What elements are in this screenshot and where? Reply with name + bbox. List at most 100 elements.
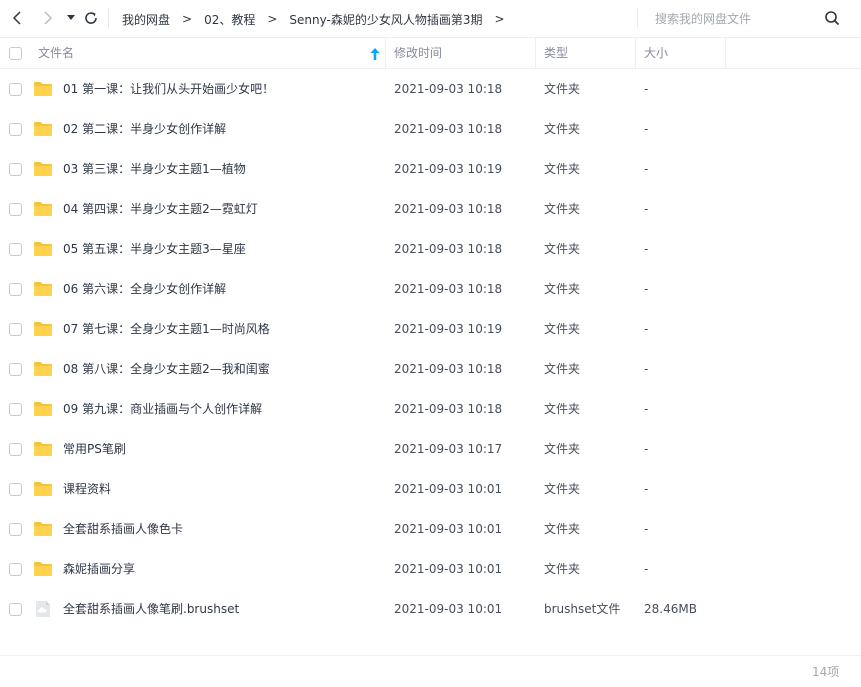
file-type: 文件夹: [544, 282, 581, 296]
row-checkbox[interactable]: [9, 283, 22, 296]
breadcrumb-item-home[interactable]: 我的网盘: [122, 11, 170, 28]
folder-icon: [33, 319, 53, 339]
table-row[interactable]: 04 第四课：半身少女主题2—霓虹灯 2021-09-03 10:18 文件夹 -: [0, 189, 861, 229]
folder-icon: [33, 359, 53, 379]
refresh-button[interactable]: [81, 8, 101, 28]
table-row[interactable]: 课程资料 2021-09-03 10:01 文件夹 -: [0, 469, 861, 509]
breadcrumb-separator: >: [267, 12, 278, 26]
row-checkbox[interactable]: [9, 603, 22, 616]
file-type: 文件夹: [544, 362, 581, 376]
column-header-type[interactable]: 类型: [544, 38, 568, 69]
row-checkbox[interactable]: [9, 243, 22, 256]
file-type: 文件夹: [544, 122, 581, 136]
file-size: -: [644, 122, 649, 136]
file-type: 文件夹: [544, 482, 581, 496]
folder-icon: [33, 279, 53, 299]
table-row[interactable]: 05 第五课：半身少女主题3—星座 2021-09-03 10:18 文件夹 -: [0, 229, 861, 269]
row-checkbox[interactable]: [9, 363, 22, 376]
divider: [637, 8, 638, 28]
file-icon: [33, 599, 53, 619]
column-header-modified[interactable]: 修改时间: [394, 38, 442, 69]
row-checkbox[interactable]: [9, 523, 22, 536]
row-checkbox[interactable]: [9, 443, 22, 456]
column-divider: [725, 38, 726, 69]
file-type: 文件夹: [544, 322, 581, 336]
folder-icon: [33, 399, 53, 419]
forward-button[interactable]: [37, 8, 57, 28]
folder-icon: [33, 79, 53, 99]
column-divider: [535, 38, 536, 69]
file-modified-time: 2021-09-03 10:18: [394, 282, 503, 296]
file-modified-time: 2021-09-03 10:01: [394, 562, 503, 576]
file-name[interactable]: 08 第八课：全身少女主题2—我和闺蜜: [63, 349, 270, 389]
table-row[interactable]: 全套甜系插画人像色卡 2021-09-03 10:01 文件夹 -: [0, 509, 861, 549]
file-modified-time: 2021-09-03 10:18: [394, 362, 503, 376]
file-modified-time: 2021-09-03 10:19: [394, 162, 503, 176]
divider: [108, 8, 109, 28]
table-row[interactable]: 06 第六课：全身少女创作详解 2021-09-03 10:18 文件夹 -: [0, 269, 861, 309]
file-modified-time: 2021-09-03 10:18: [394, 402, 503, 416]
file-name[interactable]: 04 第四课：半身少女主题2—霓虹灯: [63, 189, 258, 229]
file-name[interactable]: 森妮插画分享: [63, 549, 135, 589]
row-checkbox[interactable]: [9, 203, 22, 216]
file-name[interactable]: 常用PS笔刷: [63, 429, 126, 469]
file-name[interactable]: 05 第五课：半身少女主题3—星座: [63, 229, 246, 269]
file-name[interactable]: 全套甜系插画人像笔刷.brushset: [63, 589, 239, 629]
search-input[interactable]: [655, 12, 815, 26]
folder-icon: [33, 239, 53, 259]
file-size: -: [644, 322, 649, 336]
history-dropdown-button[interactable]: [61, 8, 81, 28]
breadcrumb-item-tutorials[interactable]: 02、教程: [204, 11, 255, 28]
select-all-checkbox[interactable]: [9, 47, 22, 60]
footer-divider: [0, 655, 861, 656]
file-name[interactable]: 课程资料: [63, 469, 111, 509]
column-divider: [385, 38, 386, 69]
item-count: 14项: [812, 665, 840, 679]
file-type: 文件夹: [544, 402, 581, 416]
row-checkbox[interactable]: [9, 163, 22, 176]
search-icon[interactable]: [824, 10, 840, 26]
folder-icon: [33, 519, 53, 539]
column-header-name[interactable]: 文件名: [38, 38, 74, 69]
table-row[interactable]: 常用PS笔刷 2021-09-03 10:17 文件夹 -: [0, 429, 861, 469]
file-name[interactable]: 02 第二课：半身少女创作详解: [63, 109, 226, 149]
folder-icon: [33, 199, 53, 219]
folder-icon: [33, 119, 53, 139]
row-checkbox[interactable]: [9, 563, 22, 576]
file-size: -: [644, 362, 649, 376]
column-header-size[interactable]: 大小: [644, 38, 668, 69]
file-modified-time: 2021-09-03 10:18: [394, 202, 503, 216]
file-name[interactable]: 09 第九课：商业插画与个人创作详解: [63, 389, 262, 429]
file-size: -: [644, 482, 649, 496]
row-checkbox[interactable]: [9, 83, 22, 96]
table-row[interactable]: 09 第九课：商业插画与个人创作详解 2021-09-03 10:18 文件夹 -: [0, 389, 861, 429]
file-type: 文件夹: [544, 522, 581, 536]
folder-icon: [33, 439, 53, 459]
folder-icon: [33, 559, 53, 579]
table-row[interactable]: 森妮插画分享 2021-09-03 10:01 文件夹 -: [0, 549, 861, 589]
file-name[interactable]: 07 第七课：全身少女主题1—时尚风格: [63, 309, 270, 349]
refresh-icon: [85, 12, 97, 24]
row-checkbox[interactable]: [9, 323, 22, 336]
file-modified-time: 2021-09-03 10:18: [394, 242, 503, 256]
file-modified-time: 2021-09-03 10:01: [394, 482, 503, 496]
row-checkbox[interactable]: [9, 123, 22, 136]
file-name[interactable]: 全套甜系插画人像色卡: [63, 509, 183, 549]
table-row[interactable]: 01 第一课：让我们从头开始画少女吧！ 2021-09-03 10:18 文件夹 -: [0, 69, 861, 109]
table-header: 文件名 修改时间 类型 大小: [0, 38, 861, 69]
file-name[interactable]: 03 第三课：半身少女主题1—植物: [63, 149, 246, 189]
table-row[interactable]: 07 第七课：全身少女主题1—时尚风格 2021-09-03 10:19 文件夹 -: [0, 309, 861, 349]
file-name[interactable]: 06 第六课：全身少女创作详解: [63, 269, 226, 309]
folder-icon: [33, 479, 53, 499]
breadcrumb-separator: >: [494, 12, 505, 26]
arrow-up-icon[interactable]: [370, 48, 380, 60]
table-row[interactable]: 全套甜系插画人像笔刷.brushset 2021-09-03 10:01 brush…: [0, 589, 861, 629]
table-row[interactable]: 02 第二课：半身少女创作详解 2021-09-03 10:18 文件夹 -: [0, 109, 861, 149]
row-checkbox[interactable]: [9, 483, 22, 496]
row-checkbox[interactable]: [9, 403, 22, 416]
breadcrumb-item-current[interactable]: Senny-森妮的少女风人物插画第3期: [289, 11, 482, 28]
table-row[interactable]: 03 第三课：半身少女主题1—植物 2021-09-03 10:19 文件夹 -: [0, 149, 861, 189]
table-row[interactable]: 08 第八课：全身少女主题2—我和闺蜜 2021-09-03 10:18 文件夹 -: [0, 349, 861, 389]
file-name[interactable]: 01 第一课：让我们从头开始画少女吧！: [63, 69, 274, 109]
back-button[interactable]: [8, 8, 28, 28]
